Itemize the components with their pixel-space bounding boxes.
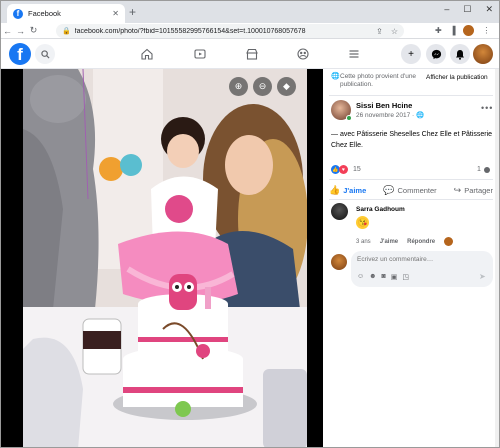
create-plus-icon[interactable]: + (401, 44, 421, 64)
url-domain: facebook.com (74, 27, 119, 35)
reaction-count: 15 (353, 166, 361, 173)
like-label: J'aime (343, 185, 367, 195)
home-icon[interactable] (139, 46, 155, 62)
share-button[interactable]: ↪ Partager (454, 185, 493, 196)
share-page-icon[interactable]: ⇪ (376, 27, 383, 36)
public-notice: 🌐 Cette photo provient d'une publication… (331, 73, 421, 89)
bookmark-star-icon[interactable]: ☆ (391, 27, 398, 36)
facebook-top-nav: f + (1, 39, 499, 69)
url-field[interactable]: 🔒 facebook.com/photo/?fbid=1015558299576… (56, 24, 404, 38)
divider (329, 179, 493, 180)
lock-icon: 🔒 (62, 28, 71, 35)
facebook-favicon-icon: f (13, 8, 23, 19)
author-name[interactable]: Sissi Ben Hcine (356, 101, 412, 110)
love-reaction-icon: ♥ (339, 165, 348, 174)
window-close-icon[interactable]: ✕ (485, 4, 493, 15)
groups-icon[interactable] (295, 46, 311, 62)
comment-emoji-icon: 😘 (356, 216, 369, 229)
maximize-icon[interactable]: ☐ (463, 4, 471, 15)
reactions-summary[interactable]: 👍 ♥ 15 (331, 165, 361, 174)
comment-icon: 💬 (383, 184, 395, 195)
comment-count-value: 1 (477, 166, 481, 173)
camera-icon[interactable]: ◙ (382, 273, 386, 281)
globe-icon: 🌐 (331, 73, 340, 80)
post-actions: 👍 J'aime 💬 Commenter ↪ Partager (329, 183, 493, 197)
online-status-dot (346, 115, 352, 121)
composer-tools: ☺ ☻ ◙ ▣ ◳ (357, 273, 409, 281)
reload-icon[interactable]: ↻ (27, 25, 40, 36)
commenter-name[interactable]: Sarra Gadhoum (356, 206, 405, 213)
like-icon: 👍 (329, 184, 341, 195)
tab-title: Facebook (28, 9, 61, 18)
new-tab-icon[interactable]: + (129, 5, 136, 19)
send-icon[interactable]: ➤ (479, 272, 486, 281)
omnibox-icons: ⇪ ☆ (376, 27, 398, 36)
browser-tab[interactable]: f Facebook ✕ (7, 4, 125, 23)
comment-composer[interactable]: ☺ ☻ ◙ ▣ ◳ ➤ (351, 251, 493, 287)
forward-icon[interactable]: → (14, 26, 27, 36)
browser-menu-icon[interactable]: ⋮ (482, 26, 490, 35)
messenger-icon[interactable] (426, 44, 446, 64)
photo-illustration (23, 69, 307, 447)
url-text: facebook.com/photo/?fbid=101555829957661… (75, 28, 372, 35)
zoom-in-icon[interactable]: ⊕ (229, 77, 248, 96)
comment-meta: 3 ans J'aime Répondre (356, 237, 454, 246)
comment-count[interactable]: 1 (477, 166, 490, 173)
comment-button[interactable]: 💬 Commenter (383, 185, 436, 196)
post-details-panel: 🌐 Cette photo provient d'une publication… (323, 69, 499, 447)
avatar-sticker-icon[interactable]: ☺ (357, 273, 364, 281)
comment-input[interactable] (357, 256, 477, 263)
reply-avatar (444, 237, 454, 246)
browser-window: f Facebook ✕ + – ☐ ✕ ← → ↻ 🔒 facebook.co… (0, 0, 500, 448)
divider (329, 95, 493, 96)
watch-icon[interactable] (192, 46, 208, 62)
commenter-avatar[interactable] (331, 203, 348, 220)
scrollbar[interactable] (495, 69, 499, 447)
notifications-bell-icon[interactable] (450, 44, 470, 64)
photo-viewer: ⊕ ⊖ ◆ ⤢ (1, 69, 323, 447)
search-icon[interactable] (35, 44, 55, 64)
public-notice-text: Cette photo provient d'une publication. (340, 73, 417, 88)
comment-like-button[interactable]: J'aime (380, 239, 398, 245)
post-date[interactable]: 26 novembre 2017 · 🌐 (356, 111, 424, 119)
post-date-text: 26 novembre 2017 · (356, 112, 416, 119)
window-controls: – ☐ ✕ (444, 4, 493, 15)
tag-icon[interactable]: ◆ (277, 77, 296, 96)
like-button[interactable]: 👍 J'aime (329, 185, 366, 196)
divider (329, 199, 493, 200)
address-bar-row: ← → ↻ 🔒 facebook.com/photo/?fbid=1015558… (1, 23, 499, 39)
url-path: /photo/?fbid=10155582995766154&set=t.100… (118, 27, 306, 35)
account-avatar[interactable] (473, 44, 493, 64)
my-avatar (331, 254, 347, 270)
comment-reply-button[interactable]: Répondre (407, 239, 435, 245)
marketplace-icon[interactable] (244, 46, 260, 62)
comment-time[interactable]: 3 ans (356, 239, 371, 245)
menu-icon[interactable] (346, 46, 362, 62)
comment-label: Commenter (397, 185, 437, 195)
facebook-logo-icon[interactable]: f (9, 43, 31, 65)
gif-icon[interactable]: ▣ (391, 273, 398, 281)
more-options-icon[interactable]: ••• (481, 103, 493, 113)
emoji-icon[interactable]: ☻ (369, 273, 376, 281)
view-post-button[interactable]: Afficher la publication (426, 74, 488, 81)
minimize-icon[interactable]: – (444, 4, 449, 15)
extension-area: ✚ ▐ ⋮ (435, 25, 490, 36)
zoom-out-icon[interactable]: ⊖ (253, 77, 272, 96)
extensions-puzzle-icon[interactable]: ✚ (435, 26, 442, 35)
birthday-photo: ⊕ ⊖ ◆ ⤢ (23, 69, 307, 447)
audience-globe-icon: 🌐 (415, 112, 425, 119)
tab-strip: f Facebook ✕ + – ☐ ✕ (1, 1, 499, 23)
post-caption: — avec Pâtisserie Sheselles Chez Elle et… (331, 131, 493, 149)
share-label: Partager (464, 185, 493, 195)
back-icon[interactable]: ← (1, 26, 14, 36)
share-icon: ↪ (453, 184, 462, 195)
sticker-icon[interactable]: ◳ (402, 273, 409, 281)
comment-bubble-icon (483, 166, 490, 173)
tab-close-icon[interactable]: ✕ (112, 9, 119, 18)
profile-avatar[interactable] (463, 25, 475, 36)
side-panel-icon[interactable]: ▐ (450, 26, 456, 35)
